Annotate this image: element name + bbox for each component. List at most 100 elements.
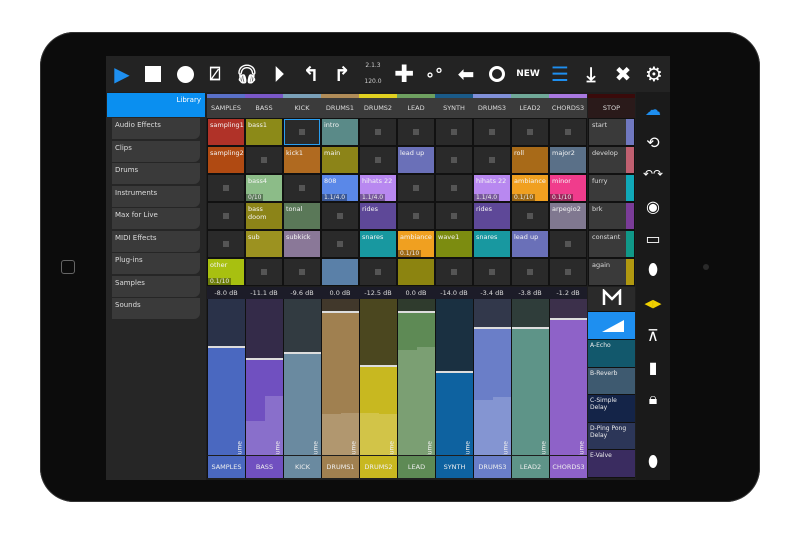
redo-icon[interactable]: ↱ bbox=[328, 60, 356, 88]
clip-slot-empty[interactable] bbox=[549, 258, 587, 286]
track-header[interactable]: KICK bbox=[283, 94, 321, 118]
clip-slot-empty[interactable] bbox=[435, 118, 473, 146]
eye-icon[interactable]: ◉ bbox=[642, 195, 664, 217]
send-mode-button[interactable] bbox=[588, 312, 635, 340]
clip[interactable]: rides bbox=[473, 202, 511, 230]
track-name[interactable]: DRUMS3 bbox=[473, 456, 511, 478]
library-item[interactable]: Drums bbox=[112, 163, 200, 184]
track-name[interactable]: SYNTH bbox=[435, 456, 473, 478]
track-header[interactable]: LEAD2 bbox=[511, 94, 549, 118]
track-header[interactable]: BASS bbox=[245, 94, 283, 118]
library-item[interactable]: Instruments bbox=[112, 185, 200, 207]
location-pin-icon[interactable]: ⬮ bbox=[642, 451, 664, 473]
list-icon[interactable]: ☰ bbox=[546, 60, 574, 88]
clip-slot-empty[interactable] bbox=[435, 258, 473, 286]
clip-slot-empty[interactable] bbox=[283, 258, 321, 286]
track-name[interactable]: LEAD2 bbox=[511, 456, 549, 478]
clip[interactable] bbox=[321, 258, 359, 286]
clip[interactable]: sampling2 bbox=[207, 146, 245, 174]
plus-icon[interactable]: ✚ bbox=[390, 60, 418, 88]
clip-slot-empty[interactable] bbox=[207, 174, 245, 202]
track-name[interactable]: SAMPLES bbox=[207, 456, 245, 478]
volume-fader[interactable]: Volume bbox=[283, 299, 321, 455]
clip[interactable]: ambiance 0.1/10 bbox=[511, 174, 549, 202]
clip[interactable]: bass1 bbox=[245, 118, 283, 146]
tempo-display[interactable]: 2.1.3 120.0 bbox=[360, 58, 386, 90]
track-name[interactable]: CHORDS3 bbox=[549, 456, 587, 478]
play-icon[interactable]: ▶ bbox=[108, 60, 136, 88]
library-item[interactable]: Clips bbox=[112, 140, 200, 162]
volume-fader[interactable]: Volume bbox=[511, 299, 549, 455]
volume-fader[interactable]: Volume bbox=[397, 299, 435, 455]
link-icon[interactable]: ∘° bbox=[420, 60, 448, 88]
scene-launch[interactable]: brk bbox=[588, 202, 635, 230]
clip[interactable]: arpegio2 bbox=[549, 202, 587, 230]
clip-slot-empty[interactable] bbox=[207, 202, 245, 230]
clip-slot-empty[interactable] bbox=[245, 146, 283, 174]
clip-slot-empty[interactable] bbox=[359, 258, 397, 286]
stop-icon[interactable] bbox=[139, 60, 167, 88]
clip[interactable]: other 0.1/10 bbox=[207, 258, 245, 286]
clip-slot-empty[interactable] bbox=[435, 174, 473, 202]
scene-launch[interactable]: again bbox=[588, 258, 635, 286]
clip-slot-empty[interactable] bbox=[359, 146, 397, 174]
clip[interactable]: hihats 22 1.1/4.0 bbox=[473, 174, 511, 202]
master-logo-button[interactable] bbox=[588, 287, 635, 312]
return-track[interactable]: A-Echo bbox=[588, 340, 635, 368]
back-arrow-icon[interactable]: ⬅ bbox=[452, 60, 480, 88]
library-item[interactable]: Audio Effects bbox=[112, 118, 200, 139]
play-circle-icon[interactable]: ⏵ bbox=[265, 60, 293, 88]
clip[interactable]: snares bbox=[359, 230, 397, 258]
clip[interactable]: wave1 bbox=[435, 230, 473, 258]
clip[interactable]: roll bbox=[511, 146, 549, 174]
split-arrows-icon[interactable]: ↶↷ bbox=[642, 163, 664, 185]
clip-slot-empty[interactable] bbox=[549, 230, 587, 258]
lock-icon[interactable]: 🔒︎ bbox=[642, 388, 664, 410]
clip-slot-empty[interactable] bbox=[283, 174, 321, 202]
track-name[interactable]: KICK bbox=[283, 456, 321, 478]
clip-slot-empty[interactable] bbox=[321, 202, 359, 230]
track-header[interactable]: DRUMS3 bbox=[473, 94, 511, 118]
select-cursor-icon[interactable]: ▭ bbox=[642, 227, 664, 249]
scene-launch[interactable]: start bbox=[588, 118, 635, 146]
clip[interactable]: ambiance 0.1/10 bbox=[397, 230, 435, 258]
library-item[interactable]: Plug-ins bbox=[112, 253, 200, 274]
undo-icon[interactable]: ↰ bbox=[297, 60, 325, 88]
volume-fader[interactable]: Volume bbox=[549, 299, 587, 455]
metronome-icon[interactable]: ⍁ bbox=[201, 60, 229, 88]
volume-fader[interactable]: Volume bbox=[435, 299, 473, 455]
clip[interactable]: intro bbox=[321, 118, 359, 146]
track-header[interactable]: DRUMS1 bbox=[321, 94, 359, 118]
align-split-icon[interactable]: ⊼ bbox=[642, 324, 664, 346]
volume-fader[interactable]: Volume bbox=[245, 299, 283, 455]
clip-slot-empty[interactable] bbox=[283, 118, 321, 146]
clip-slot-empty[interactable] bbox=[397, 118, 435, 146]
scene-launch[interactable]: develop bbox=[588, 146, 635, 174]
clip[interactable]: subkick bbox=[283, 230, 321, 258]
clip[interactable]: hihats 22 1.1/4.0 bbox=[359, 174, 397, 202]
clip[interactable]: sampling1 bbox=[207, 118, 245, 146]
clip[interactable]: kick1 bbox=[283, 146, 321, 174]
clip-slot-empty[interactable] bbox=[473, 118, 511, 146]
library-item[interactable]: Sounds bbox=[112, 298, 200, 319]
track-name[interactable]: BASS bbox=[245, 456, 283, 478]
refresh-icon[interactable]: ⟲ bbox=[642, 131, 664, 153]
cloud-icon[interactable]: ☁ bbox=[642, 98, 664, 120]
clip[interactable] bbox=[397, 258, 435, 286]
track-header[interactable]: CHORDS3 bbox=[549, 94, 587, 118]
clip-slot-empty[interactable] bbox=[511, 202, 549, 230]
volume-fader[interactable]: Volume bbox=[321, 299, 359, 455]
clip-slot-empty[interactable] bbox=[473, 258, 511, 286]
return-track[interactable]: B-Reverb bbox=[588, 367, 635, 395]
volume-fader[interactable]: Volume bbox=[359, 299, 397, 455]
clip-slot-empty[interactable] bbox=[435, 146, 473, 174]
left-right-arrows-icon[interactable]: ◀▶ bbox=[642, 292, 664, 314]
clip-slot-empty[interactable] bbox=[359, 118, 397, 146]
clip-slot-empty[interactable] bbox=[397, 174, 435, 202]
clip[interactable]: lead up bbox=[397, 146, 435, 174]
return-track[interactable]: C-Simple Delay bbox=[588, 395, 635, 423]
clip[interactable]: minor 0.1/10 bbox=[549, 174, 587, 202]
clip[interactable]: lead up bbox=[511, 230, 549, 258]
circle-icon[interactable] bbox=[483, 60, 511, 88]
clip[interactable]: snares bbox=[473, 230, 511, 258]
